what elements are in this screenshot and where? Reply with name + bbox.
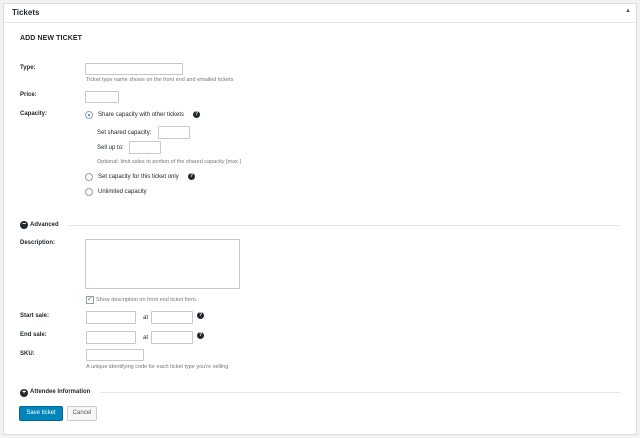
save-ticket-button[interactable]: Save ticket bbox=[19, 406, 63, 421]
end-sale-at: at bbox=[143, 335, 149, 341]
start-sale-at: at bbox=[143, 315, 149, 321]
help-icon[interactable]: ? bbox=[197, 312, 204, 319]
advanced-divider bbox=[68, 225, 620, 226]
shared-capacity-input[interactable] bbox=[158, 126, 190, 139]
sell-up-to-input[interactable] bbox=[129, 141, 161, 154]
optional-help: Optional: limit sales to portion of the … bbox=[97, 159, 241, 165]
end-sale-label: End sale: bbox=[20, 332, 47, 338]
shared-capacity-label: Set shared capacity: bbox=[97, 130, 152, 136]
share-capacity-label: Share capacity with other tickets bbox=[98, 112, 185, 118]
collapse-advanced-icon[interactable]: − bbox=[20, 221, 28, 229]
help-icon[interactable]: ? bbox=[197, 332, 204, 339]
attendee-information-toggle[interactable]: Attendee Information bbox=[30, 389, 90, 395]
type-help: Ticket type name shows on the front end … bbox=[86, 77, 234, 83]
type-input[interactable] bbox=[85, 63, 183, 75]
capacity-this-ticket-label: Set capacity for this ticket only bbox=[98, 174, 179, 180]
capacity-label: Capacity: bbox=[20, 111, 48, 117]
sku-label: SKU: bbox=[20, 351, 35, 357]
price-input[interactable] bbox=[85, 91, 119, 103]
cancel-button[interactable]: Cancel bbox=[67, 406, 97, 421]
price-label: Price: bbox=[20, 92, 37, 98]
end-sale-date-input[interactable] bbox=[86, 331, 136, 344]
radio-share-capacity[interactable] bbox=[85, 111, 93, 119]
attendee-divider bbox=[101, 392, 620, 393]
sell-up-to-label: Sell up to: bbox=[97, 145, 124, 151]
start-sale-label: Start sale: bbox=[20, 313, 50, 319]
radio-capacity-this-ticket[interactable] bbox=[85, 173, 93, 181]
type-label: Type: bbox=[20, 65, 36, 71]
description-textarea[interactable] bbox=[85, 239, 240, 289]
help-icon[interactable]: ? bbox=[193, 111, 200, 118]
unlimited-capacity-label: Unlimited capacity bbox=[98, 189, 147, 195]
expand-attendee-icon[interactable]: + bbox=[20, 389, 28, 397]
sku-help: A unique identifying code for each ticke… bbox=[86, 364, 229, 370]
advanced-toggle[interactable]: Advanced bbox=[30, 222, 59, 228]
start-sale-time-input[interactable] bbox=[151, 311, 193, 324]
start-sale-date-input[interactable] bbox=[86, 311, 136, 324]
description-label: Description: bbox=[20, 240, 56, 246]
show-description-label: Show description on front end ticket for… bbox=[96, 297, 198, 303]
radio-unlimited-capacity[interactable] bbox=[85, 188, 93, 196]
help-icon[interactable]: ? bbox=[188, 173, 195, 180]
sku-input[interactable] bbox=[86, 349, 144, 361]
panel-header[interactable]: Tickets ▲ bbox=[4, 4, 636, 23]
form-heading: ADD NEW TICKET bbox=[20, 35, 83, 42]
show-description-checkbox[interactable]: ✓ bbox=[86, 296, 94, 304]
panel-title: Tickets bbox=[12, 8, 40, 17]
end-sale-time-input[interactable] bbox=[151, 331, 193, 344]
collapse-arrow-icon[interactable]: ▲ bbox=[625, 8, 631, 14]
